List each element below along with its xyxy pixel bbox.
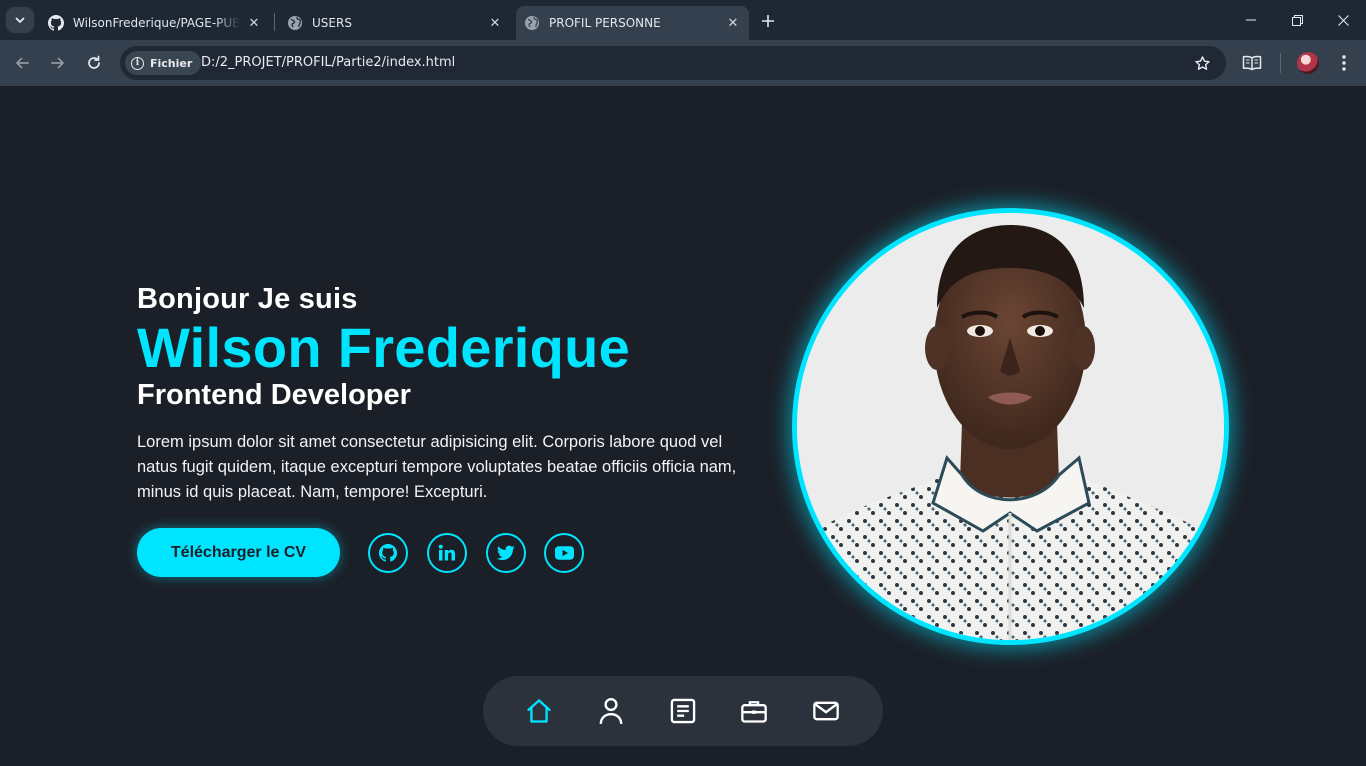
star-icon xyxy=(1194,55,1210,70)
youtube-link[interactable] xyxy=(544,533,584,573)
forward-button[interactable] xyxy=(46,51,70,75)
twitter-link[interactable] xyxy=(486,533,526,573)
bottom-navigation xyxy=(483,676,883,746)
linkedin-icon xyxy=(438,544,455,561)
github-link[interactable] xyxy=(368,533,408,573)
nav-resume[interactable] xyxy=(666,694,700,728)
site-info-label: Fichier xyxy=(150,56,193,70)
profile-avatar[interactable] xyxy=(1297,52,1319,74)
tab-profil-personne[interactable]: PROFIL PERSONNE ✕ xyxy=(516,6,749,40)
profile-name: Wilson Frederique xyxy=(137,316,631,379)
tab-title: WilsonFrederique/PAGE-PUBLIC xyxy=(73,16,240,30)
home-icon xyxy=(527,699,551,723)
nav-about[interactable] xyxy=(594,694,628,728)
mail-icon xyxy=(813,701,839,721)
arrow-right-icon xyxy=(51,57,64,69)
toolbar-divider xyxy=(1280,53,1281,73)
browser-toolbar: i Fichier D:/2_PROJET/PROFIL/Partie2/ind… xyxy=(0,40,1366,86)
tab-github[interactable]: WilsonFrederique/PAGE-PUBLIC ✕ xyxy=(40,6,270,40)
github-icon xyxy=(48,15,64,31)
address-bar[interactable]: i Fichier D:/2_PROJET/PROFIL/Partie2/ind… xyxy=(120,46,1226,80)
profile-description: Lorem ipsum dolor sit amet consectetur a… xyxy=(137,433,737,501)
linkedin-link[interactable] xyxy=(427,533,467,573)
minimize-icon xyxy=(1246,19,1256,21)
tab-search-button[interactable] xyxy=(6,7,34,33)
close-icon[interactable]: ✕ xyxy=(487,15,503,31)
tab-strip: WilsonFrederique/PAGE-PUBLIC ✕ USERS ✕ P… xyxy=(0,0,1366,40)
briefcase-icon xyxy=(741,701,767,723)
back-button[interactable] xyxy=(10,51,34,75)
site-info-chip[interactable]: i Fichier xyxy=(125,51,202,75)
greeting-text: Bonjour Je suis xyxy=(137,283,358,315)
github-icon xyxy=(379,544,397,562)
chevron-down-icon xyxy=(15,17,25,23)
nav-portfolio[interactable] xyxy=(737,694,771,728)
close-icon[interactable]: ✕ xyxy=(725,15,741,31)
profile-role: Frontend Developer xyxy=(137,379,411,411)
reload-button[interactable] xyxy=(82,51,106,75)
hero-section: Bonjour Je suis Wilson Frederique Fronte… xyxy=(137,282,777,505)
plus-icon xyxy=(762,15,774,27)
tab-title: USERS xyxy=(312,16,352,30)
info-icon: i xyxy=(131,56,144,70)
nav-home[interactable] xyxy=(522,694,556,728)
twitter-icon xyxy=(497,545,515,561)
restore-button[interactable] xyxy=(1274,0,1320,40)
user-icon xyxy=(599,697,623,725)
book-icon xyxy=(1242,55,1262,71)
close-window-button[interactable] xyxy=(1320,0,1366,40)
close-icon xyxy=(1337,14,1349,26)
portrait-image xyxy=(797,213,1224,640)
download-cv-button[interactable]: Télécharger le CV xyxy=(137,528,340,577)
menu-button[interactable] xyxy=(1332,51,1356,75)
new-tab-button[interactable] xyxy=(757,10,779,32)
restore-icon xyxy=(1291,14,1303,26)
youtube-icon xyxy=(554,546,574,560)
profile-photo xyxy=(792,208,1229,645)
globe-icon xyxy=(524,15,540,31)
bookmark-star-button[interactable] xyxy=(1192,53,1212,73)
minimize-button[interactable] xyxy=(1228,0,1274,40)
tab-title: PROFIL PERSONNE xyxy=(549,16,661,30)
more-vert-icon xyxy=(1342,55,1346,71)
url-text[interactable]: D:/2_PROJET/PROFIL/Partie2/index.html xyxy=(201,55,455,70)
reload-icon xyxy=(88,55,100,69)
arrow-left-icon xyxy=(16,57,29,69)
tab-divider xyxy=(274,13,275,31)
globe-icon xyxy=(287,15,303,31)
reading-mode-button[interactable] xyxy=(1240,51,1264,75)
close-icon[interactable]: ✕ xyxy=(246,15,262,31)
nav-contact[interactable] xyxy=(809,694,843,728)
tab-users[interactable]: USERS ✕ xyxy=(279,6,511,40)
hero-actions: Télécharger le CV xyxy=(137,528,617,578)
article-icon xyxy=(670,698,696,724)
